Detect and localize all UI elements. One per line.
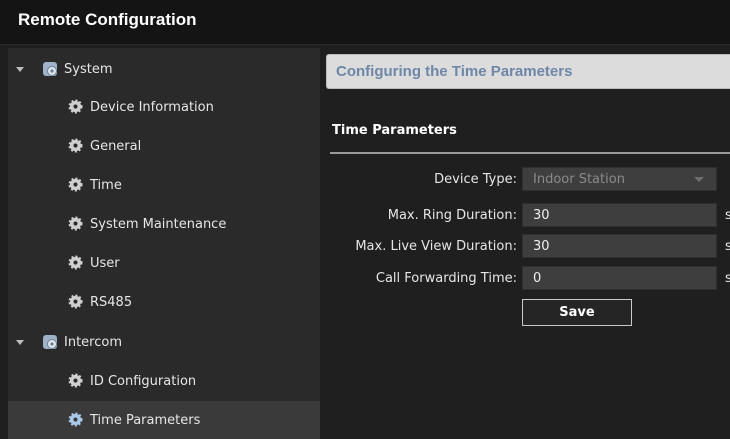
gear-icon [68,412,83,427]
gear-icon [68,99,83,114]
max-live-view-duration-label: Max. Live View Duration: [355,239,517,254]
sidebar-item-user[interactable]: User [8,244,320,282]
gear-icon [68,138,83,153]
unit-label: s [725,239,730,254]
sidebar-item-label: ID Configuration [90,373,197,389]
title-bar: Remote Configuration [0,0,730,45]
gear-icon [68,216,83,231]
device-type-value: Indoor Station [533,172,625,187]
max-live-view-duration-input[interactable]: 30 [533,239,703,254]
max-ring-duration-label: Max. Ring Duration: [387,208,517,223]
sidebar-group-label: System [64,61,113,77]
gear-icon [68,373,83,388]
sidebar-item-system-maintenance[interactable]: System Maintenance [8,205,320,243]
max-live-view-duration-field[interactable]: 30 [522,234,717,258]
device-type-row: Device Type: Indoor Station [320,167,730,193]
gear-icon [68,294,83,309]
unit-label: s [725,271,730,286]
sidebar-item-time[interactable]: Time [8,166,320,204]
call-forwarding-time-label: Call Forwarding Time: [375,271,517,286]
dropdown-arrow-icon [694,177,704,182]
gear-icon [68,177,83,192]
sidebar-group-label: Intercom [64,334,122,350]
sidebar-item-label: General [90,138,142,154]
expand-arrow-icon[interactable] [16,66,24,72]
sidebar-item-time-parameters[interactable]: Time Parameters [8,401,320,439]
max-live-view-duration-row: Max. Live View Duration: 30 s [320,234,730,260]
sidebar-item-general[interactable]: General [8,127,320,165]
unit-label: s [725,208,730,223]
gear-icon [68,255,83,270]
sidebar-group-intercom[interactable]: Intercom [8,323,320,361]
window-title: Remote Configuration [18,10,197,29]
max-ring-duration-field[interactable]: 30 [522,203,717,227]
page-header: Configuring the Time Parameters [326,54,730,89]
sidebar-item-label: User [90,255,120,271]
sidebar-item-label: Device Information [90,99,214,115]
sidebar-item-label: System Maintenance [90,216,227,232]
sidebar: System Device Information General Time S… [8,48,320,439]
device-type-select: Indoor Station [522,167,717,191]
sidebar-item-id-configuration[interactable]: ID Configuration [8,362,320,400]
sidebar-item-label: Time [90,177,122,193]
section-divider [330,152,730,154]
page-title: Configuring the Time Parameters [336,63,573,80]
save-button[interactable]: Save [522,299,632,326]
device-type-label: Device Type: [434,172,517,187]
system-gear-icon [43,62,57,76]
sidebar-group-system[interactable]: System [8,50,320,88]
section-title: Time Parameters [332,123,457,138]
call-forwarding-time-row: Call Forwarding Time: 0 s [320,266,730,292]
call-forwarding-time-input[interactable]: 0 [533,271,703,286]
sidebar-item-rs485[interactable]: RS485 [8,283,320,321]
call-forwarding-time-field[interactable]: 0 [522,266,717,290]
main-panel: Configuring the Time Parameters Time Par… [320,48,730,436]
sidebar-item-device-information[interactable]: Device Information [8,88,320,126]
sidebar-item-label: Time Parameters [90,412,201,428]
intercom-gear-icon [43,335,57,349]
sidebar-item-label: RS485 [90,294,133,310]
expand-arrow-icon[interactable] [16,339,24,345]
max-ring-duration-row: Max. Ring Duration: 30 s [320,203,730,229]
max-ring-duration-input[interactable]: 30 [533,208,703,223]
